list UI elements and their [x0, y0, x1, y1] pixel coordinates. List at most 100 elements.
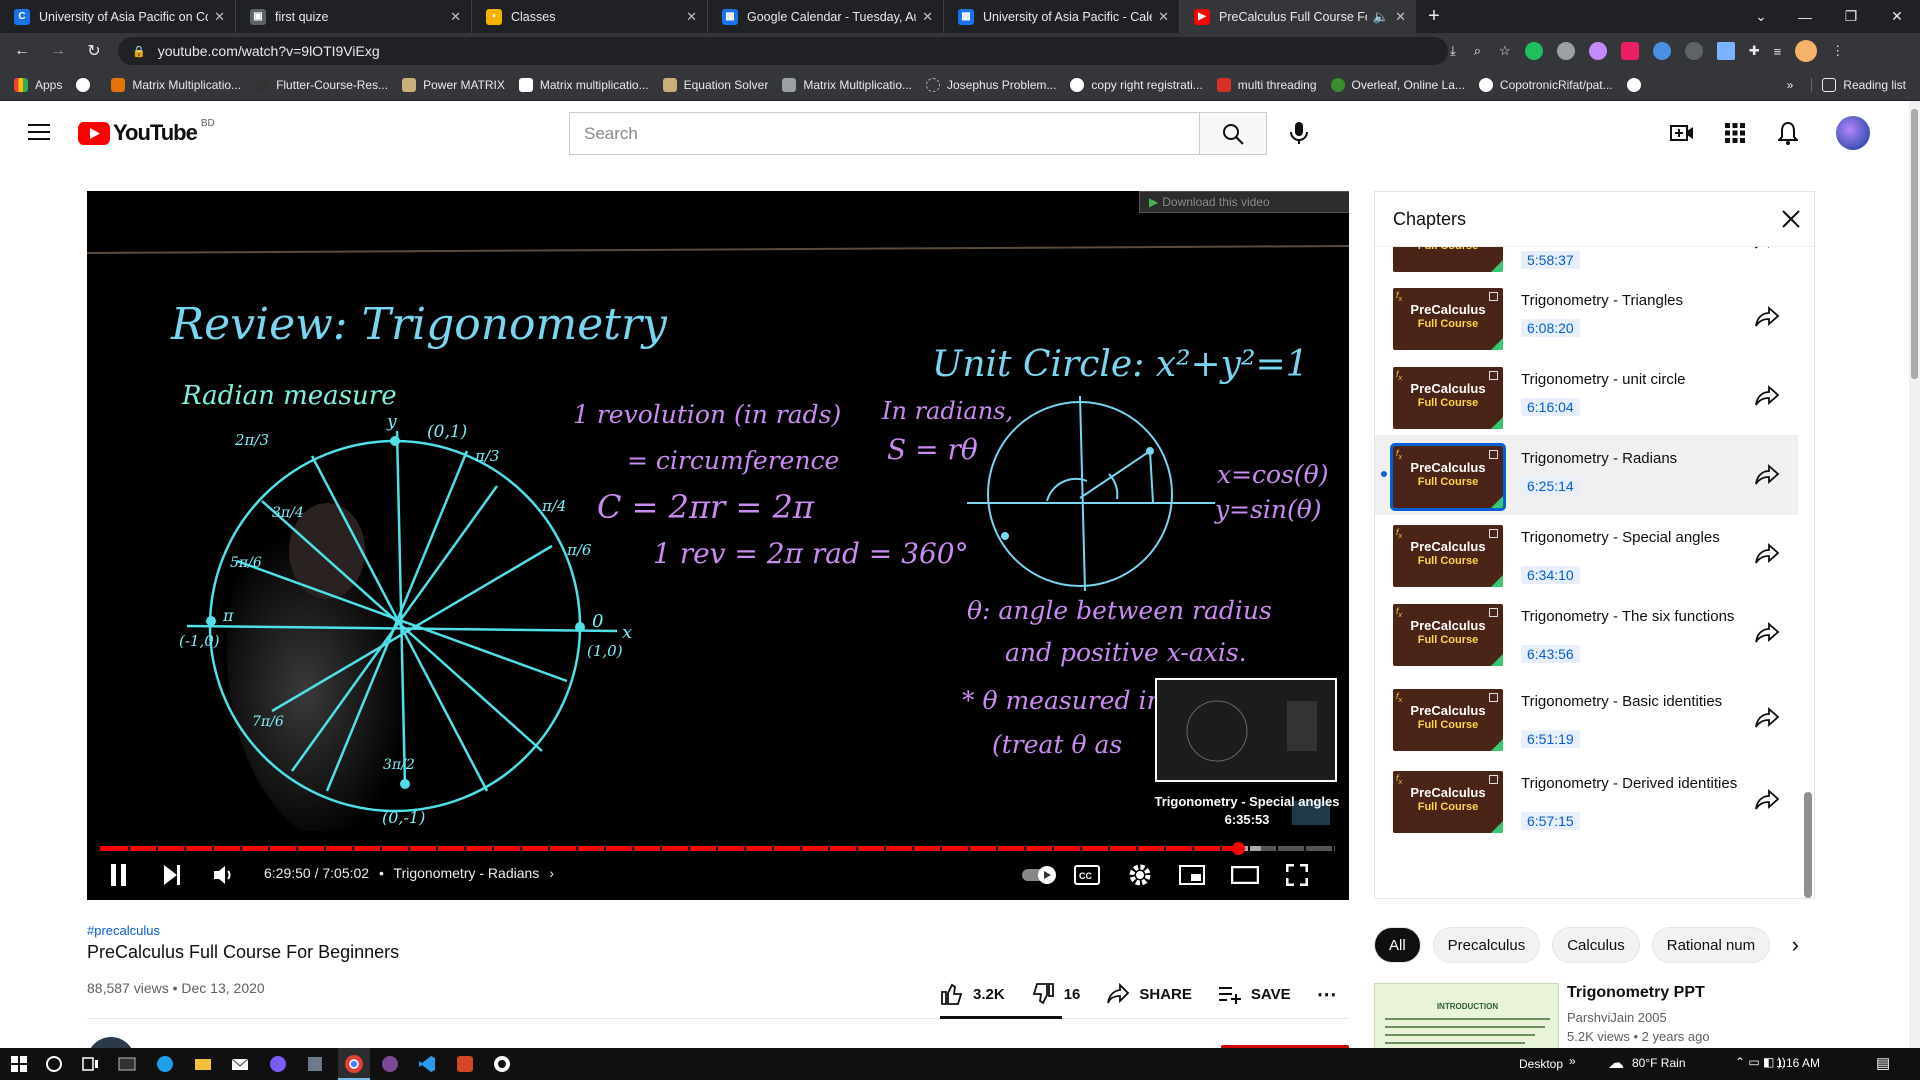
reading-list-button[interactable]: Reading list — [1811, 77, 1906, 92]
restore-button[interactable]: ❐ — [1828, 0, 1874, 33]
notifications-icon[interactable]: ▤ — [1876, 1054, 1890, 1072]
browser-tab[interactable]: ▶ PreCalculus Full Course For B 🔈 ✕ — [1180, 0, 1416, 33]
new-tab-button[interactable]: + — [1416, 0, 1452, 33]
file-explorer-icon[interactable] — [193, 1054, 213, 1074]
camera-extension-icon[interactable] — [1556, 42, 1575, 60]
tor-browser-icon[interactable] — [380, 1054, 400, 1074]
current-chapter-link[interactable]: Trigonometry - Radians — [394, 865, 540, 881]
close-window-button[interactable]: ✕ — [1874, 0, 1920, 33]
bookmark-item[interactable]: CopotronicRifat/pat... — [1478, 77, 1613, 92]
video-player[interactable]: 2π/3 (0,1) π/3 π/4 π/6 0 (1,0) x (-1,0) … — [87, 191, 1349, 900]
tab-close-icon[interactable]: ✕ — [1395, 9, 1406, 25]
browser-tab[interactable]: C University of Asia Pacific on Cour ✕ — [0, 0, 236, 33]
chapter-timestamp[interactable]: 6:43:56 — [1521, 645, 1580, 663]
apps-grid-icon[interactable] — [1725, 123, 1745, 143]
chrome-taskbar-active[interactable] — [338, 1048, 370, 1080]
recommended-video[interactable]: INTRODUCTION Trigonometry PPT ParshviJai… — [1374, 983, 1815, 1053]
bookmark-item[interactable]: Josephus Problem... — [926, 77, 1056, 92]
chip-all[interactable]: All — [1374, 927, 1421, 963]
hamburger-menu-icon[interactable] — [28, 123, 50, 141]
subtitles-button[interactable]: CC — [1072, 860, 1102, 890]
chapter-item[interactable]: fx PreCalculus Full Course Trigonometry - T… — [1375, 593, 1798, 673]
extensions-puzzle-icon[interactable]: ✚ — [1749, 43, 1760, 59]
forward-button[interactable]: → — [44, 37, 72, 65]
bookmark-item[interactable]: multi threading — [1216, 77, 1317, 92]
chapter-timestamp[interactable]: 6:16:04 — [1521, 398, 1580, 416]
extension-icon[interactable] — [1588, 42, 1607, 60]
browser-tab[interactable]: ▦ University of Asia Pacific - Calend ✕ — [944, 0, 1180, 33]
bookmark-item[interactable]: Matrix Multiplicatio... — [782, 77, 912, 92]
close-icon[interactable] — [1782, 210, 1800, 228]
bookmark-item[interactable]: Equation Solver — [662, 77, 768, 92]
theater-mode-button[interactable] — [1230, 860, 1260, 890]
chapter-item[interactable]: fx PreCalculus Full Course Trigonometry - R… — [1375, 435, 1798, 515]
search-taskbar-icon[interactable] — [44, 1054, 64, 1074]
create-video-icon[interactable] — [1670, 123, 1694, 143]
app-icon[interactable] — [305, 1054, 325, 1074]
chapter-timestamp[interactable]: 6:57:15 — [1521, 812, 1580, 830]
profile-tab-search-icon[interactable]: ⌄ — [1738, 0, 1784, 33]
share-arrow-icon[interactable] — [1753, 303, 1781, 331]
share-arrow-icon[interactable] — [1753, 540, 1781, 568]
page-scrollbar[interactable] — [1909, 101, 1920, 1048]
search-input[interactable]: Search — [569, 112, 1199, 155]
pdf-extension-icon[interactable] — [1620, 42, 1639, 60]
chapter-item[interactable]: fx PreCalculus Full Course Trigonometry - D… — [1375, 760, 1798, 840]
download-video-bar[interactable]: ▶ Download this video — [1139, 191, 1349, 213]
chapter-timestamp[interactable]: 6:25:14 — [1521, 477, 1580, 495]
next-button[interactable] — [157, 860, 187, 890]
hashtag-link[interactable]: #precalculus — [87, 923, 160, 938]
profile-avatar-icon[interactable] — [1795, 40, 1818, 62]
autoplay-toggle[interactable] — [1020, 860, 1060, 890]
share-arrow-icon[interactable] — [1753, 382, 1781, 410]
chapter-item[interactable]: fx PreCalculus Full Course Trigonometry - T… — [1375, 277, 1798, 357]
task-view-icon[interactable] — [80, 1054, 100, 1074]
page-scrollbar-thumb[interactable] — [1911, 109, 1918, 379]
bookmark-item[interactable]: Matrix multiplicatio... — [518, 77, 649, 92]
notifications-bell-icon[interactable] — [1778, 121, 1798, 145]
bookmark-item[interactable]: copy right registrati... — [1070, 77, 1203, 92]
more-actions-button[interactable]: ⋯ — [1317, 982, 1338, 1007]
pen-extension-icon[interactable] — [1716, 42, 1735, 60]
desktop-toolbar-label[interactable]: Desktop — [1519, 1057, 1563, 1071]
share-arrow-icon[interactable] — [1753, 786, 1781, 814]
terminal-app-icon[interactable] — [117, 1054, 137, 1074]
downloader-extension-icon[interactable] — [1652, 42, 1671, 60]
install-icon[interactable]: ⤓ — [1450, 43, 1456, 59]
like-button[interactable]: 3.2K — [940, 982, 1005, 1006]
account-avatar[interactable] — [1836, 116, 1870, 150]
chapter-item[interactable]: fx PreCalculus Full Course Trigonometry - B… — [1375, 678, 1798, 758]
desktop-chevron-icon[interactable]: » — [1569, 1054, 1576, 1068]
chapter-item[interactable]: fx PreCalculus Full Course Trigonometry - u… — [1375, 356, 1798, 436]
dislike-button[interactable]: 16 — [1031, 982, 1080, 1006]
back-button[interactable]: ← — [8, 37, 36, 65]
reload-button[interactable]: ↻ — [80, 37, 108, 65]
address-bar[interactable]: 🔒 youtube.com/watch?v=9lOTI9ViExg — [118, 37, 1448, 65]
minimize-button[interactable]: — — [1782, 0, 1828, 33]
fullscreen-button[interactable] — [1282, 860, 1312, 890]
mail-icon[interactable] — [230, 1054, 250, 1074]
settings-button[interactable] — [1125, 860, 1155, 890]
save-button[interactable]: SAVE — [1218, 983, 1291, 1005]
tab-close-icon[interactable]: ✕ — [214, 9, 225, 25]
share-arrow-icon[interactable] — [1753, 619, 1781, 647]
edge-browser-icon[interactable] — [155, 1054, 175, 1074]
chapter-timestamp[interactable]: 6:34:10 — [1521, 566, 1580, 584]
chip-calculus[interactable]: Calculus — [1552, 927, 1640, 963]
app-circle-icon[interactable] — [492, 1054, 512, 1074]
menu-kebab-icon[interactable]: ⋮ — [1831, 43, 1844, 59]
youtube-logo[interactable]: YouTube BD — [78, 118, 215, 146]
share-arrow-icon[interactable] — [1753, 704, 1781, 732]
bookmark-item[interactable]: Matrix Multiplicatio... — [111, 77, 241, 92]
tab-close-icon[interactable]: ✕ — [450, 9, 461, 25]
vscode-icon[interactable] — [417, 1054, 437, 1074]
miniplayer-button[interactable] — [1177, 860, 1207, 890]
chapter-item[interactable]: fx PreCalculus Full Course Trigonometry - S… — [1375, 514, 1798, 594]
bookmark-item[interactable]: Flutter-Course-Res... — [255, 77, 388, 92]
bookmark-star-icon[interactable]: ☆ — [1499, 43, 1511, 59]
taskbar-clock[interactable]: 1:16 AM — [1776, 1056, 1820, 1070]
browser-tab[interactable]: ▪ Classes ✕ — [472, 0, 708, 33]
extension-icon[interactable] — [1684, 42, 1703, 60]
weather-text[interactable]: 80°F Rain — [1632, 1056, 1686, 1070]
playlist-icon[interactable]: ≡ — [1774, 44, 1782, 59]
